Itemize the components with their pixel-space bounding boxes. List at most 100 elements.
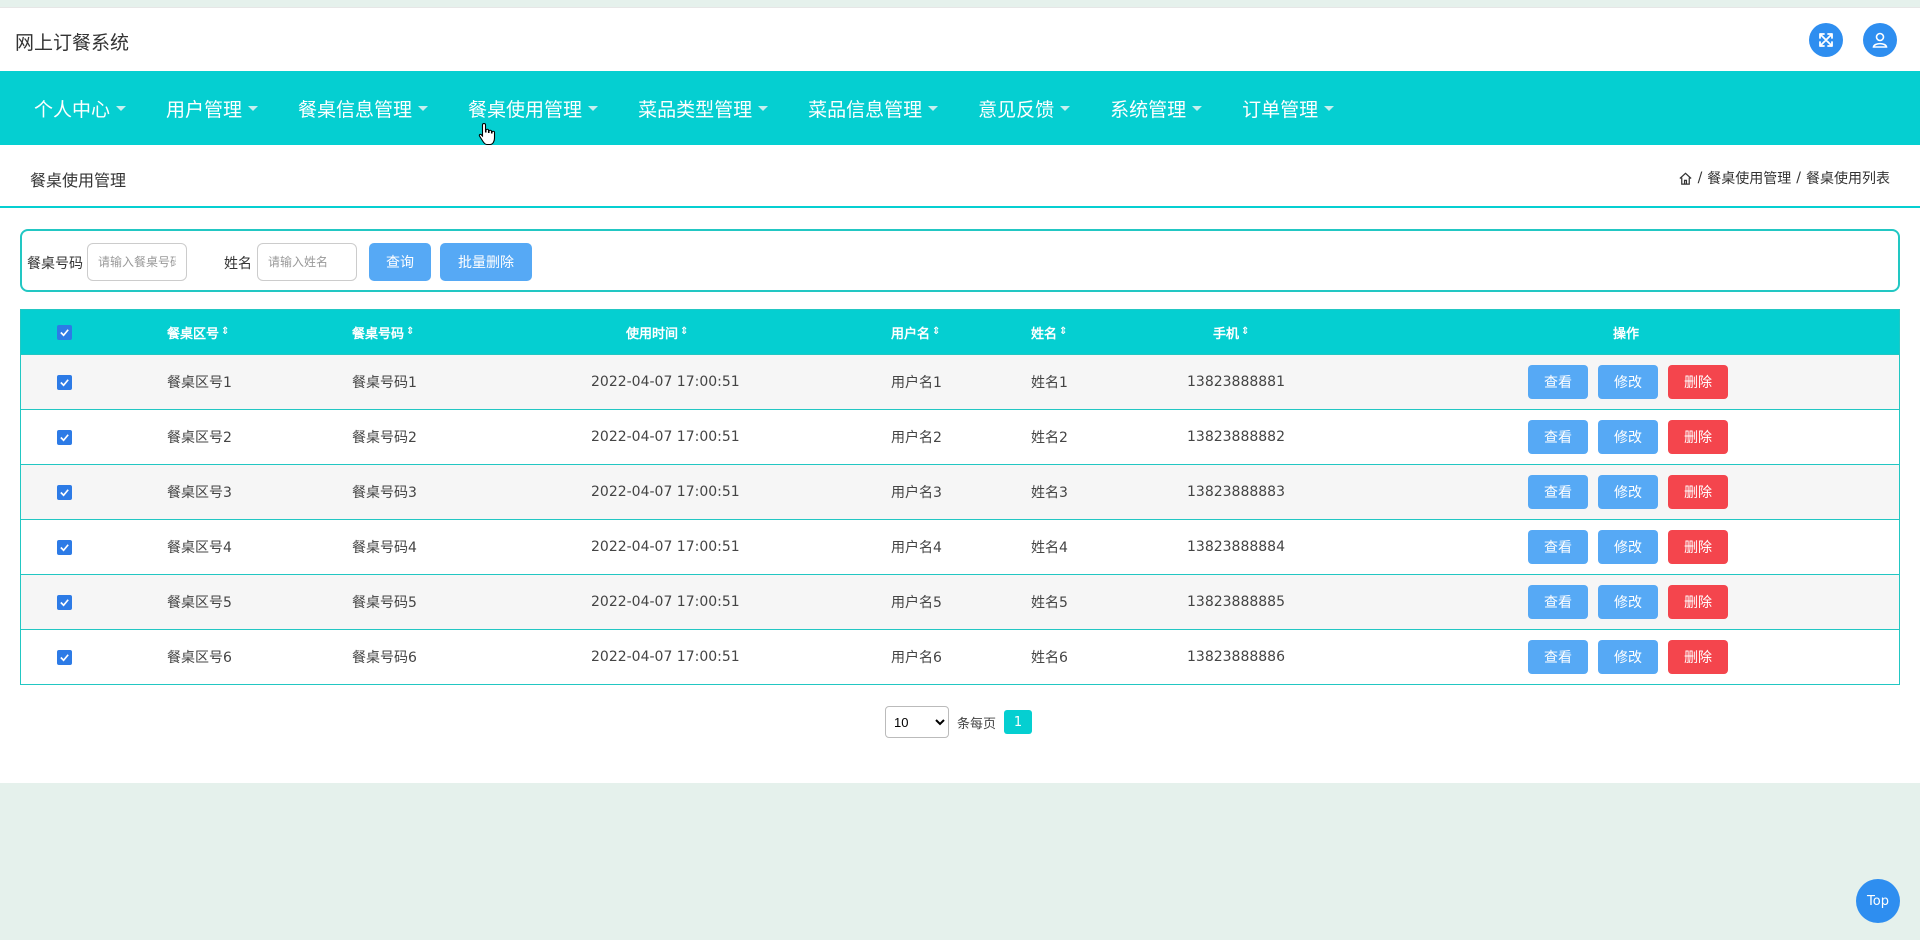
column-header-time[interactable]: 使用时间 ⇕ (626, 310, 688, 354)
cell-time: 2022-04-07 17:00:51 (591, 374, 740, 390)
cell-table-no: 餐桌号码2 (352, 430, 417, 446)
view-button[interactable]: 查看 (1528, 365, 1588, 399)
column-header-username[interactable]: 用户名 ⇕ (891, 310, 940, 354)
cell-time: 2022-04-07 17:00:51 (591, 484, 740, 500)
table-row: 餐桌区号6 餐桌号码6 2022-04-07 17:00:51 用户名6 姓名6 1382… (21, 629, 1899, 684)
table-row: 餐桌区号5 餐桌号码5 2022-04-07 17:00:51 用户名5 姓名5 1382… (21, 574, 1899, 629)
edit-button[interactable]: 修改 (1598, 475, 1658, 509)
nav-item[interactable]: 系统管理 (1110, 95, 1203, 122)
nav-item-label: 菜品类型管理 (638, 98, 753, 121)
caret-down-icon (1324, 105, 1335, 111)
edit-button[interactable]: 修改 (1598, 365, 1658, 399)
page-1-button[interactable]: 1 (1004, 710, 1033, 734)
nav-item[interactable]: 用户管理 (166, 95, 259, 122)
nav-item[interactable]: 餐桌使用管理 (468, 95, 599, 122)
caret-down-icon (1192, 105, 1203, 111)
row-checkbox[interactable] (57, 630, 72, 684)
query-button[interactable]: 查询 (369, 243, 431, 281)
caret-down-icon (928, 105, 939, 111)
user-button[interactable] (1863, 23, 1897, 57)
row-checkbox[interactable] (57, 575, 72, 629)
cell-name: 姓名6 (1031, 650, 1068, 666)
app-title: 网上订餐系统 (15, 32, 130, 54)
name-label: 姓名 (224, 256, 252, 272)
view-button[interactable]: 查看 (1528, 420, 1588, 454)
table-row: 餐桌区号2 餐桌号码2 2022-04-07 17:00:51 用户名2 姓名2 1382… (21, 409, 1899, 464)
row-checkbox[interactable] (57, 520, 72, 574)
cell-phone: 13823888885 (1187, 594, 1285, 610)
nav-item[interactable]: 意见反馈 (978, 95, 1071, 122)
delete-button[interactable]: 删除 (1668, 365, 1728, 399)
caret-down-icon (248, 105, 259, 111)
view-button[interactable]: 查看 (1528, 530, 1588, 564)
breadcrumb-separator: / (1697, 170, 1703, 186)
checkbox-checked-icon (57, 484, 72, 500)
cell-username: 用户名6 (891, 650, 942, 666)
column-header-area[interactable]: 餐桌区号 ⇕ (167, 310, 229, 354)
nav-item[interactable]: 餐桌信息管理 (298, 95, 429, 122)
name-input[interactable] (257, 243, 357, 281)
cell-area: 餐桌区号6 (167, 650, 232, 666)
batch-delete-button[interactable]: 批量删除 (440, 243, 532, 281)
delete-button[interactable]: 删除 (1668, 640, 1728, 674)
column-header-name[interactable]: 姓名 ⇕ (1031, 310, 1067, 354)
sort-icon: ⇕ (221, 326, 230, 337)
row-checkbox[interactable] (57, 465, 72, 519)
row-checkbox[interactable] (57, 355, 72, 409)
nav-item-label: 系统管理 (1110, 98, 1187, 121)
column-header-actions: 操作 (1613, 326, 1640, 342)
sort-icon: ⇕ (932, 326, 941, 337)
home-icon[interactable] (1678, 171, 1693, 186)
view-button[interactable]: 查看 (1528, 585, 1588, 619)
cell-table-no: 餐桌号码5 (352, 595, 417, 611)
nav-item-label: 菜品信息管理 (808, 98, 923, 121)
column-header-table-no[interactable]: 餐桌号码 ⇕ (352, 310, 414, 354)
cell-table-no: 餐桌号码4 (352, 540, 417, 556)
cell-username: 用户名4 (891, 540, 942, 556)
edit-button[interactable]: 修改 (1598, 420, 1658, 454)
nav-item[interactable]: 菜品信息管理 (808, 95, 939, 122)
cell-name: 姓名2 (1031, 430, 1068, 446)
cell-name: 姓名1 (1031, 375, 1068, 391)
fullscreen-button[interactable] (1809, 23, 1843, 57)
main-nav: 个人中心 用户管理 餐桌信息管理 餐桌使用管理 菜品类型管理 菜品信息管理 意见反馈 系统管理… (0, 71, 1920, 145)
cell-area: 餐桌区号3 (167, 485, 232, 501)
cell-table-no: 餐桌号码6 (352, 650, 417, 666)
breadcrumb-separator: / (1796, 170, 1801, 186)
delete-button[interactable]: 删除 (1668, 420, 1728, 454)
delete-button[interactable]: 删除 (1668, 475, 1728, 509)
nav-item-label: 意见反馈 (978, 98, 1055, 121)
data-table: 餐桌区号 ⇕ 餐桌号码 ⇕ 使用时间 ⇕ 用户名 ⇕ 姓名 ⇕ 手机 ⇕ 操作 餐桌区号1 餐… (20, 309, 1900, 685)
row-actions: 查看 修改 删除 (1528, 355, 1738, 409)
top-bar: 网上订餐系统 (0, 7, 1920, 71)
page-size-select[interactable]: 102050100 (885, 706, 949, 738)
checkbox-checked-icon (57, 374, 72, 390)
table-row: 餐桌区号3 餐桌号码3 2022-04-07 17:00:51 用户名3 姓名3 1382… (21, 464, 1899, 519)
sort-icon: ⇕ (406, 326, 415, 337)
view-button[interactable]: 查看 (1528, 475, 1588, 509)
nav-item[interactable]: 个人中心 (34, 95, 127, 122)
delete-button[interactable]: 删除 (1668, 585, 1728, 619)
cell-table-no: 餐桌号码3 (352, 485, 417, 501)
column-header-phone[interactable]: 手机 ⇕ (1213, 310, 1249, 354)
breadcrumb-item[interactable]: 餐桌使用管理 (1707, 168, 1791, 188)
delete-button[interactable]: 删除 (1668, 530, 1728, 564)
hand-cursor-icon (478, 122, 496, 146)
table-no-label: 餐桌号码 (27, 256, 83, 272)
table-no-input[interactable] (87, 243, 187, 281)
view-button[interactable]: 查看 (1528, 640, 1588, 674)
edit-button[interactable]: 修改 (1598, 640, 1658, 674)
back-to-top-button[interactable]: Top (1856, 879, 1900, 923)
row-checkbox[interactable] (57, 410, 72, 464)
cell-area: 餐桌区号4 (167, 540, 232, 556)
cell-username: 用户名3 (891, 485, 942, 501)
nav-item[interactable]: 菜品类型管理 (638, 95, 769, 122)
cell-phone: 13823888883 (1187, 484, 1285, 500)
cell-username: 用户名1 (891, 375, 942, 391)
nav-item[interactable]: 订单管理 (1242, 95, 1335, 122)
cell-time: 2022-04-07 17:00:51 (591, 429, 740, 445)
checkbox-checked-icon (57, 594, 72, 610)
edit-button[interactable]: 修改 (1598, 585, 1658, 619)
select-all-checkbox[interactable] (57, 310, 72, 354)
edit-button[interactable]: 修改 (1598, 530, 1658, 564)
